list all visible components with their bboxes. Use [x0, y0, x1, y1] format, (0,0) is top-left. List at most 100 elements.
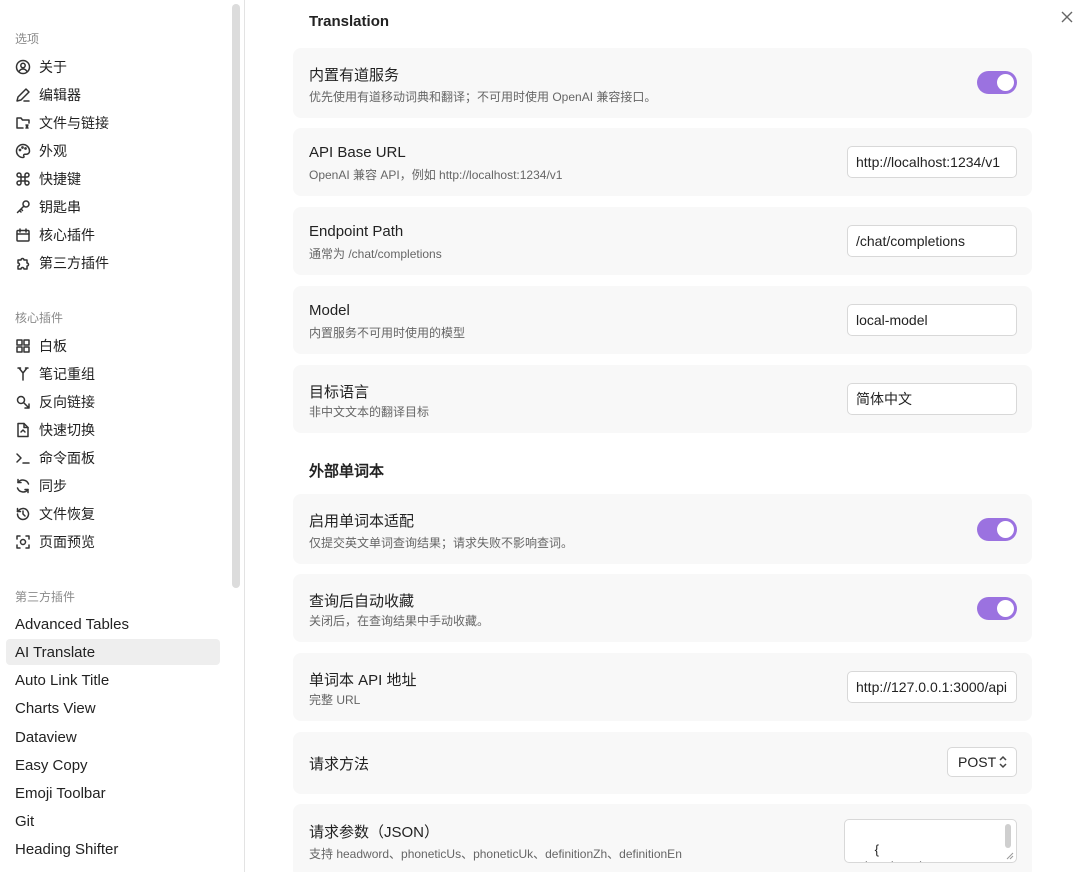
auto-collect-toggle[interactable] [977, 597, 1017, 620]
setting-request-params: 请求参数（JSON） 支持 headword、phoneticUs、phonet… [293, 804, 1032, 872]
setting-wordbook-api: 单词本 API 地址 完整 URL [293, 653, 1032, 721]
setting-enable-wordbook: 启用单词本适配 仅提交英文单词查询结果；请求失败不影响查词。 [293, 494, 1032, 564]
request-params-value: { "headword": " "" "" [860, 842, 938, 862]
sidebar-item-ai-translate[interactable]: AI Translate [6, 639, 220, 665]
setting-description: 非中文文本的翻译目标 [309, 405, 430, 419]
sidebar-item-quick-switcher[interactable]: 快速切换 [6, 417, 220, 443]
sidebar-item-label: 文件与链接 [39, 115, 109, 131]
sidebar-item-about[interactable]: 关于 [6, 54, 220, 80]
sidebar-item-community-plugins[interactable]: 第三方插件 [6, 250, 220, 276]
sidebar-item-advanced-tables[interactable]: Advanced Tables [6, 611, 220, 637]
sidebar-item-emoji-toolbar[interactable]: Emoji Toolbar [6, 780, 220, 806]
api-base-url-input[interactable] [847, 146, 1017, 178]
sidebar-item-file-recovery[interactable]: 文件恢复 [6, 501, 220, 527]
builtin-service-toggle[interactable] [977, 71, 1017, 94]
sidebar-item-hotkeys[interactable]: 快捷键 [6, 166, 220, 192]
sidebar-item-keychain[interactable]: 钥匙串 [6, 194, 220, 220]
setting-name: Model [309, 302, 350, 319]
sidebar-item-label: AI Translate [15, 643, 96, 661]
setting-name: 单词本 API 地址 [309, 672, 417, 689]
sidebar-item-label: 钥匙串 [39, 199, 81, 215]
sidebar-item-label: Easy Copy [15, 756, 88, 774]
sidebar-item-easy-copy[interactable]: Easy Copy [6, 752, 220, 778]
sidebar-item-dataview[interactable]: Dataview [6, 724, 220, 750]
sidebar-item-label: Dataview [15, 728, 77, 746]
setting-name: 目标语言 [309, 384, 370, 401]
sidebar-item-git[interactable]: Git [6, 808, 220, 834]
sidebar-section-options: 选项 [15, 32, 40, 46]
sidebar-item-label: Advanced Tables [15, 615, 129, 633]
sidebar-item-core-plugins[interactable]: 核心插件 [6, 222, 220, 248]
user-circle-icon [15, 59, 31, 75]
endpoint-path-input[interactable] [847, 225, 1017, 257]
file-switch-icon [15, 422, 31, 438]
setting-description: 优先使用有道移动词典和翻译；不可用时使用 OpenAI 兼容接口。 [309, 90, 657, 104]
setting-builtin-service: 内置有道服务 优先使用有道移动词典和翻译；不可用时使用 OpenAI 兼容接口。 [293, 48, 1032, 118]
setting-name: 查询后自动收藏 [309, 593, 415, 610]
sidebar-item-command-palette[interactable]: 命令面板 [6, 445, 220, 471]
chevron-updown-icon [998, 755, 1008, 769]
setting-description: 关闭后，在查询结果中手动收藏。 [309, 614, 490, 628]
setting-target-language: 目标语言 非中文文本的翻译目标 [293, 365, 1032, 433]
merge-icon [15, 366, 31, 382]
sidebar-item-label: 外观 [39, 143, 67, 159]
sidebar-item-editor[interactable]: 编辑器 [6, 82, 220, 108]
key-icon [15, 199, 31, 215]
request-method-value: POST [958, 754, 997, 770]
setting-name: 内置有道服务 [309, 67, 400, 84]
setting-name: Endpoint Path [309, 223, 404, 240]
setting-name: API Base URL [309, 144, 406, 161]
sidebar-item-files-links[interactable]: 文件与链接 [6, 110, 220, 136]
sidebar-item-label: 反向链接 [39, 394, 95, 410]
palette-icon [15, 143, 31, 159]
sidebar-item-label: Auto Link Title [15, 671, 110, 689]
close-icon [1061, 11, 1073, 23]
sidebar-item-label: 页面预览 [39, 534, 95, 550]
settings-window: 选项 关于 编辑器 文件与链接 外观 快捷键 钥匙串 核心插件 第三方插件 核心… [0, 0, 1083, 872]
setting-description: 完整 URL [309, 693, 361, 707]
close-button[interactable] [1058, 8, 1076, 26]
sidebar-section-community: 第三方插件 [15, 590, 76, 604]
model-input[interactable] [847, 304, 1017, 336]
pen-icon [15, 87, 31, 103]
sync-icon [15, 478, 31, 494]
sidebar-item-label: Charts View [15, 699, 96, 717]
sidebar-item-sync[interactable]: 同步 [6, 473, 220, 499]
wordbook-api-input[interactable] [847, 671, 1017, 703]
sidebar-scrollbar[interactable] [232, 4, 240, 588]
backlink-icon [15, 394, 31, 410]
setting-api-base-url: API Base URL OpenAI 兼容 API，例如 http://loc… [293, 128, 1032, 196]
sidebar-item-label: 编辑器 [39, 87, 81, 103]
setting-endpoint-path: Endpoint Path 通常为 /chat/completions [293, 207, 1032, 275]
setting-description: 支持 headword、phoneticUs、phoneticUk、defini… [309, 847, 682, 861]
setting-name: 启用单词本适配 [309, 513, 415, 530]
target-language-input[interactable] [847, 383, 1017, 415]
request-params-textarea[interactable]: { "headword": " "" "" [844, 819, 1017, 863]
sidebar-item-charts-view[interactable]: Charts View [6, 695, 220, 721]
resize-handle-icon[interactable] [1006, 852, 1014, 860]
sidebar-item-label: Git [15, 812, 35, 830]
sidebar-item-label: 快速切换 [39, 422, 95, 438]
request-method-select[interactable]: POST [947, 747, 1017, 777]
setting-description: 通常为 /chat/completions [309, 247, 442, 261]
puzzle-icon [15, 255, 31, 271]
calendar-plugin-icon [15, 227, 31, 243]
sidebar-item-page-preview[interactable]: 页面预览 [6, 529, 220, 555]
sidebar-item-label: Emoji Toolbar [15, 784, 106, 802]
sidebar-item-auto-link-title[interactable]: Auto Link Title [6, 667, 220, 693]
preview-icon [15, 534, 31, 550]
sidebar-item-label: 白板 [39, 338, 67, 354]
sidebar-item-backlinks[interactable]: 反向链接 [6, 389, 220, 415]
sidebar-item-appearance[interactable]: 外观 [6, 138, 220, 164]
sidebar-item-note-composer[interactable]: 笔记重组 [6, 361, 220, 387]
sidebar-item-heading-shifter[interactable]: Heading Shifter [6, 836, 220, 862]
sidebar-item-label: 文件恢复 [39, 506, 95, 522]
enable-wordbook-toggle[interactable] [977, 518, 1017, 541]
sidebar-item-label: 笔记重组 [39, 366, 95, 382]
sidebar-item-label: 快捷键 [39, 171, 81, 187]
sidebar-item-canvas[interactable]: 白板 [6, 333, 220, 359]
setting-name: 请求方法 [309, 756, 370, 773]
sidebar-item-label: 关于 [39, 59, 67, 75]
textarea-scrollbar[interactable] [1005, 824, 1011, 848]
history-icon [15, 506, 31, 522]
